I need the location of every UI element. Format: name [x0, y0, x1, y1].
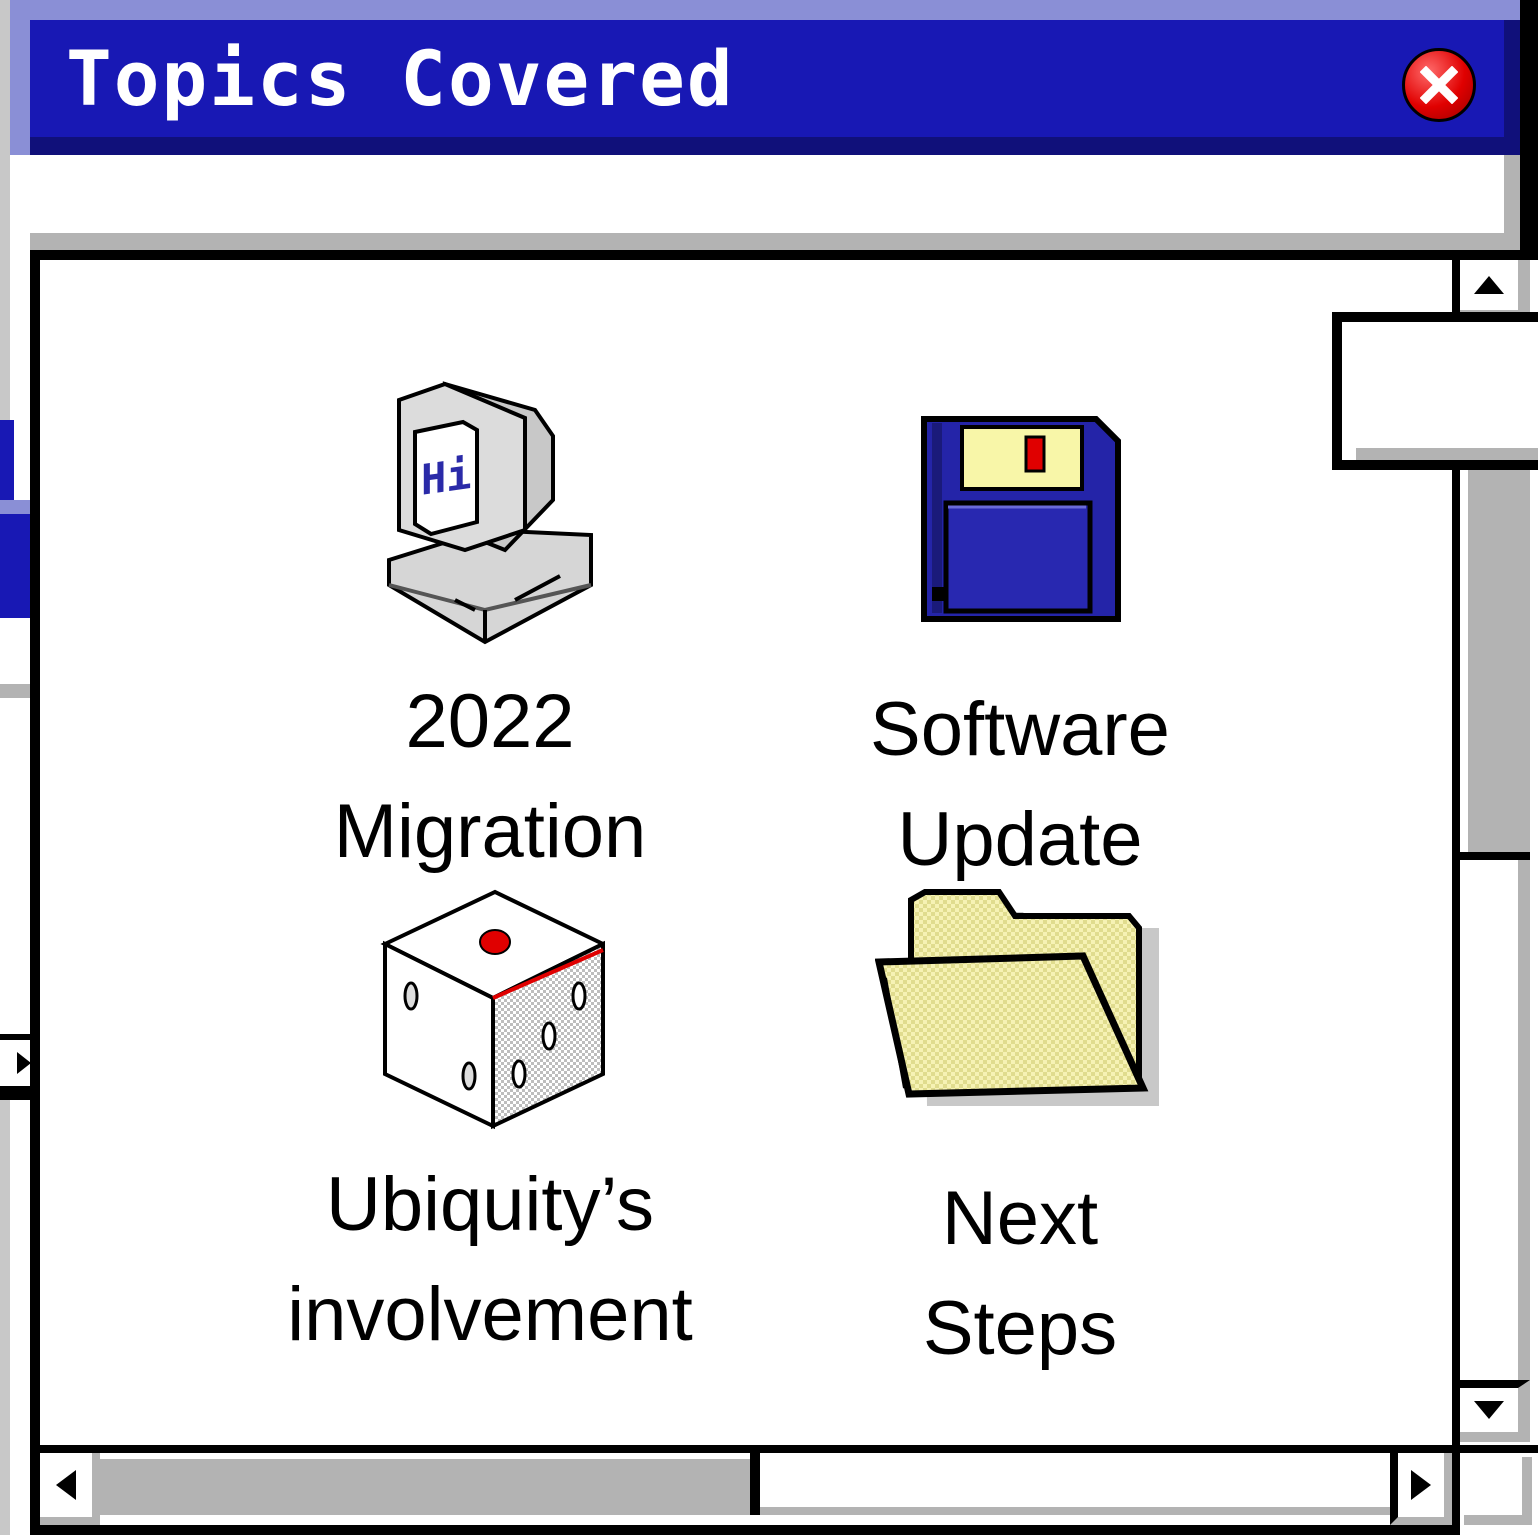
- close-button[interactable]: [1402, 48, 1476, 122]
- resize-corner[interactable]: [1452, 1445, 1538, 1535]
- icon-label: Ubiquity’s involvement: [287, 1150, 693, 1370]
- background-window-fragment: [0, 420, 14, 500]
- window-title-bar[interactable]: Topics Covered: [10, 0, 1520, 155]
- overlapping-window-fragment[interactable]: [1332, 312, 1538, 470]
- icon-label-line: Migration: [333, 789, 647, 874]
- icon-label-line: Next: [941, 1176, 1099, 1261]
- icon-label-line: Update: [897, 797, 1143, 882]
- triangle-down-icon: [1474, 1401, 1504, 1419]
- desktop-icon-next-steps[interactable]: Next Steps: [790, 888, 1250, 1384]
- floppy-disk-icon: [921, 416, 1121, 622]
- desktop-icon-software-update[interactable]: Software Update: [790, 415, 1250, 895]
- window-title: Topics Covered: [66, 34, 735, 123]
- scroll-up-button[interactable]: [1460, 260, 1530, 320]
- icon-label-line: involvement: [287, 1272, 693, 1357]
- desktop-icon-migration[interactable]: Hi 2022 Migration: [260, 380, 720, 887]
- triangle-right-icon: [1411, 1470, 1431, 1500]
- close-icon: [1420, 66, 1458, 104]
- icon-label-line: Software: [870, 687, 1170, 772]
- icon-label-line: 2022: [405, 679, 575, 764]
- horizontal-scroll-thumb[interactable]: [100, 1453, 760, 1515]
- icon-label-line: Ubiquity’s: [325, 1162, 655, 1247]
- triangle-up-icon: [1474, 276, 1504, 294]
- icon-label: 2022 Migration: [334, 667, 647, 887]
- icon-label: Next Steps: [923, 1164, 1117, 1384]
- scroll-down-button[interactable]: [1460, 1380, 1530, 1442]
- window-toolbar: [10, 155, 1520, 253]
- vertical-scroll-thumb[interactable]: [1460, 460, 1530, 860]
- horizontal-scroll-track[interactable]: [760, 1453, 1390, 1515]
- vertical-scroll-track[interactable]: [1460, 860, 1530, 1380]
- dice-icon: [380, 889, 605, 1130]
- window-content-area: [30, 250, 1538, 1535]
- triangle-left-icon: [56, 1470, 76, 1500]
- icon-label-line: Steps: [922, 1286, 1118, 1371]
- svg-text:Hi: Hi: [421, 449, 472, 505]
- scroll-left-button[interactable]: [40, 1453, 100, 1525]
- computer-icon: Hi: [387, 381, 593, 645]
- scroll-right-button[interactable]: [1390, 1453, 1452, 1525]
- triangle-right-icon: [17, 1052, 31, 1074]
- icon-label: Software Update: [870, 675, 1170, 895]
- folder-icon: [875, 889, 1159, 1106]
- desktop-icon-ubiquity-involvement[interactable]: Ubiquity’s involvement: [260, 888, 720, 1370]
